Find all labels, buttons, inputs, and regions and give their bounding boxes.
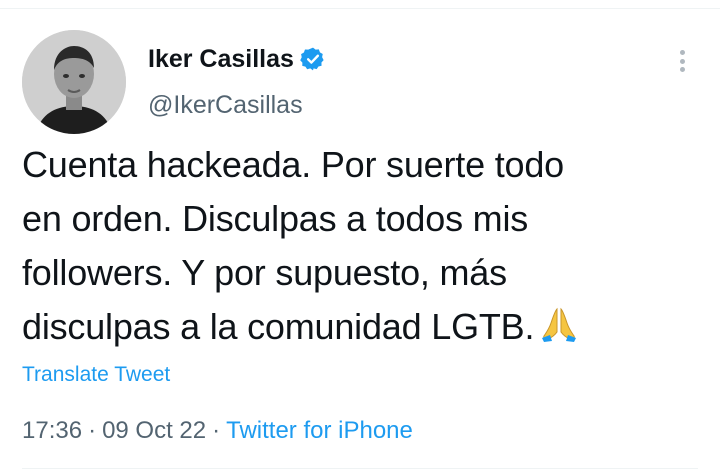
tweet-text-line: followers. Y por supuesto, más (22, 252, 507, 293)
more-dot (679, 67, 685, 72)
avatar[interactable] (22, 30, 126, 134)
author-name-row[interactable]: Iker Casillas (148, 44, 326, 74)
profile-photo-icon (22, 30, 126, 134)
author-handle[interactable]: @IkerCasillas (148, 90, 303, 120)
meta-separator: · (212, 417, 221, 444)
tweet-time[interactable]: 17:36 (22, 417, 82, 444)
author-display-name[interactable]: Iker Casillas (148, 44, 294, 74)
more-dot (679, 50, 685, 55)
tweet-meta: 17:36 · 09 Oct 22 · Twitter for iPhone (22, 416, 413, 446)
meta-separator: · (88, 417, 97, 444)
more-options-icon[interactable] (672, 46, 692, 76)
top-divider (0, 8, 720, 9)
tweet-text: Cuenta hackeada. Por suerte todo en orde… (22, 138, 702, 354)
translate-tweet-link[interactable]: Translate Tweet (22, 362, 170, 388)
verified-badge-icon (300, 46, 326, 72)
tweet-text-line-last: disculpas a la comunidad LGTB. (22, 300, 702, 354)
praying-hands-icon (540, 305, 578, 343)
tweet-text-line: Cuenta hackeada. Por suerte todo (22, 144, 564, 185)
tweet-date[interactable]: 09 Oct 22 (102, 417, 206, 444)
more-dot (679, 58, 685, 64)
tweet-text-line: disculpas a la comunidad LGTB. (22, 306, 535, 347)
tweet-text-line: en orden. Disculpas a todos mis (22, 198, 529, 239)
bottom-divider (22, 468, 698, 469)
tweet-source-link[interactable]: Twitter for iPhone (226, 417, 413, 444)
